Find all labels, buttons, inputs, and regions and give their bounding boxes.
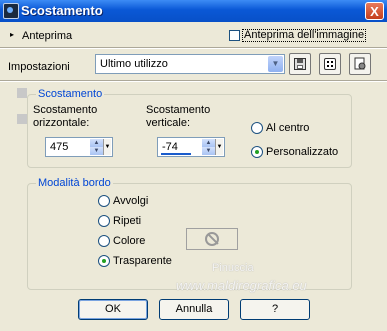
edge-mode-group-title: Modalità bordo [36,177,113,189]
radio-custom[interactable] [251,146,263,158]
spin-down-icon[interactable]: ▼ [90,147,103,155]
panel-handle [17,114,27,124]
spin-up-icon[interactable]: ▲ [90,139,103,147]
vertical-offset-value: -74 [162,141,178,153]
horizontal-offset-value: 475 [50,141,69,153]
preset-value: Ultimo utilizzo [100,58,168,70]
settings-label: Impostazioni [8,61,70,73]
slider-popup-icon[interactable]: ▼ [215,139,223,155]
watermark-url: www.maldiregrafica.eu [176,278,307,293]
preset-select[interactable]: Ultimo utilizzo ▼ [95,54,285,74]
preview-row: ▸ Anteprima Anteprima dell'immagine [0,25,387,47]
radio-color[interactable] [98,235,110,247]
preset-icon [354,57,366,70]
divider [0,80,387,82]
radio-center[interactable] [251,122,263,134]
divider [0,47,387,49]
value-underline [161,153,191,155]
no-color-icon [205,232,219,246]
slider-popup-icon[interactable]: ▼ [103,139,111,155]
window-title: Scostamento [21,3,103,18]
radio-color-label[interactable]: Colore [113,235,145,248]
preset-manager-button[interactable] [349,53,371,75]
title-bar[interactable]: Scostamento X [0,0,387,22]
cancel-button[interactable]: Annulla [159,299,229,320]
help-button[interactable]: ? [240,299,310,320]
preview-toggle-label[interactable]: Anteprima [22,30,72,42]
edge-color-swatch[interactable] [186,228,238,250]
radio-center-label[interactable]: Al centro [266,122,309,135]
close-button[interactable]: X [365,2,384,20]
horizontal-offset-field[interactable]: 475 ▲ ▼ ▼ [45,137,113,157]
radio-custom-label[interactable]: Personalizzato [266,146,338,159]
radio-repeat-label[interactable]: Ripeti [113,215,141,228]
dice-icon [324,58,336,70]
image-preview-checkbox[interactable] [229,30,240,41]
watermark-author: Pinuccia [212,262,254,274]
ok-button[interactable]: OK [78,299,148,320]
radio-wrap-label[interactable]: Avvolgi [113,195,148,208]
save-icon [294,58,306,70]
radio-repeat[interactable] [98,215,110,227]
radio-transparent-label[interactable]: Trasparente [113,255,172,268]
radio-wrap[interactable] [98,195,110,207]
radio-transparent[interactable] [98,255,110,267]
horizontal-offset-spinner[interactable]: ▲ ▼ [90,139,103,155]
offset-dialog: Scostamento X ▸ Anteprima Anteprima dell… [0,0,387,331]
image-preview-label[interactable]: Anteprima dell'immagine [242,29,367,42]
vertical-offset-label: Scostamento verticale: [146,104,211,129]
expand-preview-icon[interactable]: ▸ [10,30,14,39]
panel-handle [17,88,27,98]
app-icon [3,3,19,19]
horizontal-offset-label: Scostamento orizzontale: [33,104,98,129]
spin-down-icon[interactable]: ▼ [202,147,215,155]
chevron-down-icon[interactable]: ▼ [268,56,283,72]
vertical-offset-spinner[interactable]: ▲ ▼ [202,139,215,155]
save-preset-button[interactable] [289,53,311,75]
offset-group-title: Scostamento [36,88,105,100]
spin-up-icon[interactable]: ▲ [202,139,215,147]
randomize-button[interactable] [319,53,341,75]
vertical-offset-field[interactable]: -74 ▲ ▼ ▼ [157,137,225,157]
